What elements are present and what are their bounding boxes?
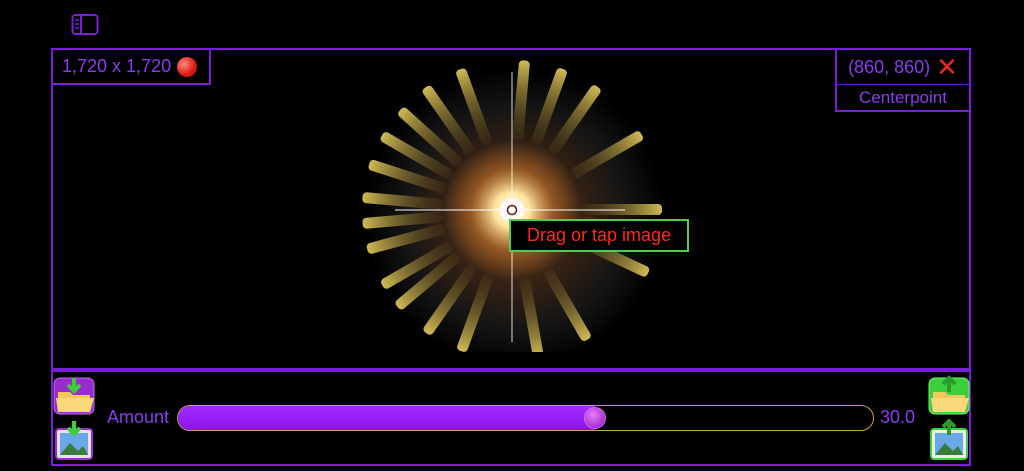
amount-label: Amount [107,407,170,427]
image-size-label: 1,720 x 1,720 [51,48,211,85]
amount-slider-fill [178,406,595,430]
folder-upload-icon[interactable] [927,372,971,416]
drag-hint: Drag or tap image [509,219,689,252]
centerpoint-coordinate: (860, 860) ✕ [835,48,971,85]
image-size-text: 1,720 x 1,720 [62,56,172,76]
preview-image[interactable] [355,52,675,352]
centerpoint-label: Centerpoint [835,84,971,112]
centerpoint-marker[interactable] [506,204,518,216]
amount-slider[interactable] [177,405,874,431]
red-dot-icon[interactable] [177,56,198,77]
close-icon[interactable]: ✕ [936,54,958,80]
folder-download-icon[interactable] [52,372,96,416]
photo-download-icon[interactable] [52,419,96,463]
amount-value: 30.0 [880,407,916,427]
centerpoint-text: (860, 860) [848,56,931,77]
photo-upload-icon[interactable] [927,419,971,463]
sidebar-icon[interactable] [71,13,99,37]
